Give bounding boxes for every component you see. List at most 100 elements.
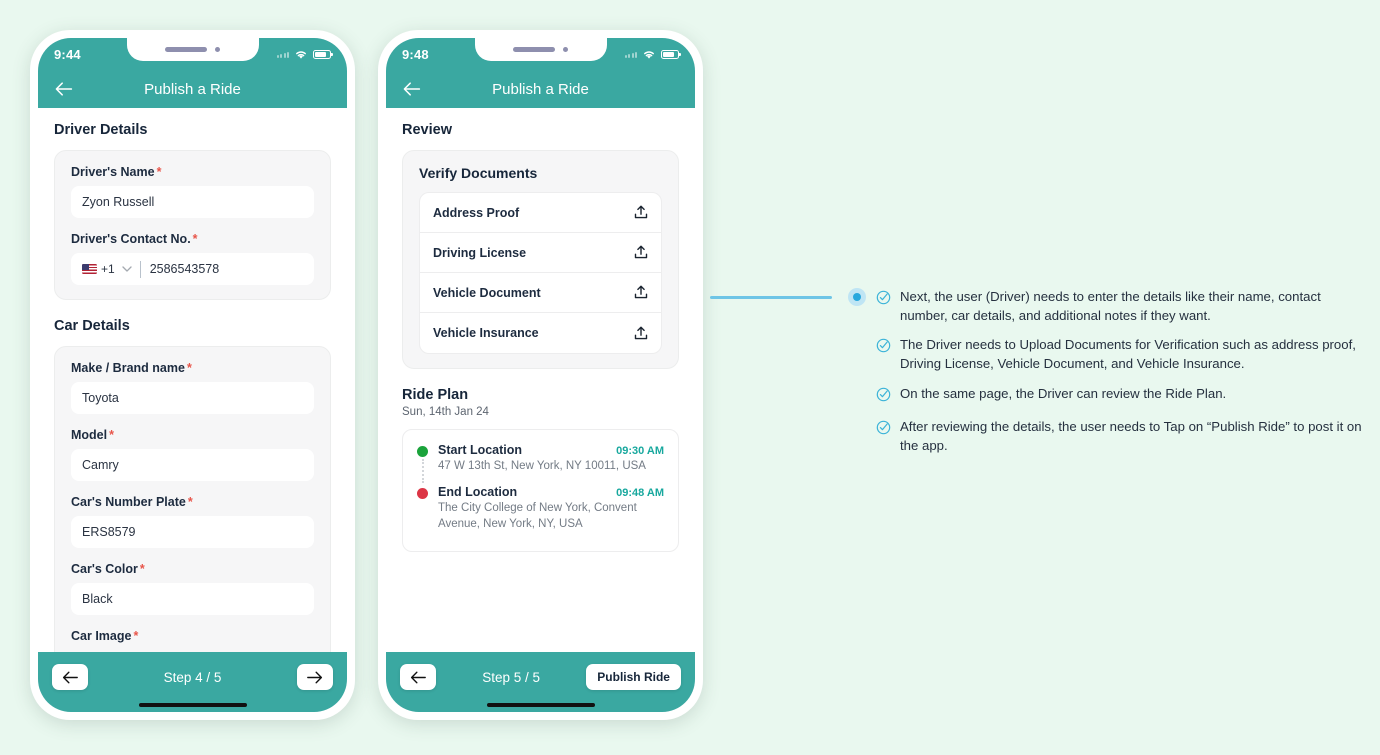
driver-details-card: Driver's Name * Zyon Russell Driver's Con… [54,150,331,300]
app-bar: Publish a Ride [38,70,347,108]
ride-leg-time: 09:48 AM [616,487,664,499]
section-title-car-details: Car Details [54,318,130,334]
annotation-item: The Driver needs to Upload Documents for… [876,336,1366,373]
circle-check-icon [876,338,891,373]
next-step-button[interactable] [296,664,333,690]
previous-step-button[interactable] [52,664,88,690]
speaker-grill [165,47,207,52]
end-marker-red [417,488,428,499]
battery-icon [661,49,681,59]
arrow-left-icon [62,671,78,683]
ride-leg-body: End Location 09:48 AM The City College o… [438,485,664,538]
upload-icon[interactable] [634,205,648,220]
status-indicators [624,49,681,60]
label-drivers-contact: Driver's Contact No. * [71,232,198,246]
document-label: Vehicle Document [433,285,541,300]
ride-plan-section: Ride Plan Sun, 14th Jan 24 Start Locatio… [402,387,679,552]
home-indicator [486,702,595,707]
circle-check-icon [876,290,891,325]
status-bar: 9:48 [386,38,695,70]
annotation-text: After reviewing the details, the user ne… [900,418,1362,453]
required-asterisk: * [133,629,139,643]
document-label: Driving License [433,245,527,260]
input-number-plate[interactable]: ERS8579 [71,516,314,548]
chevron-down-icon[interactable] [122,266,132,272]
label-car-color: Car's Color * [71,562,145,576]
label-drivers-name: Driver's Name * [71,165,162,179]
app-bar-title: Publish a Ride [144,80,241,98]
annotation-item: Next, the user (Driver) needs to enter t… [876,288,1366,325]
annotation-item: On the same page, the Driver can review … [876,385,1366,407]
wifi-icon [644,50,654,59]
ride-plan-card: Start Location 09:30 AM 47 W 13th St, Ne… [402,429,679,552]
section-title-driver-details: Driver Details [54,122,148,138]
phone-mockup-step-4: 9:44 Publish a Ride Driver Details Drive… [30,30,355,720]
status-time: 9:48 [402,46,429,62]
ride-leg-address: The City College of New York, Convent Av… [438,502,637,530]
required-asterisk: * [156,165,162,179]
required-asterisk: * [187,495,193,509]
battery-icon [313,49,333,59]
field-car-color: Car's Color * Black [71,562,314,615]
status-indicators [276,49,333,60]
annotation-anchor-dot [848,288,866,306]
country-code-selector[interactable]: +1 [82,262,115,276]
timeline-markers [417,443,428,485]
phone-screen: 9:48 Publish a Ride Review Verify Docume… [386,38,695,712]
section-title-review: Review [402,122,452,138]
publish-ride-button[interactable]: Publish Ride [586,664,681,690]
ride-leg-end: End Location 09:48 AM The City College o… [417,485,664,538]
app-bar: Publish a Ride [386,70,695,108]
phone-number-value: 2586543578 [149,262,220,276]
review-content: Review Verify Documents Address Proof Dr… [386,108,695,652]
bottom-nav-bar: Step 5 / 5 Publish Ride [386,652,695,712]
ride-leg-address: 47 W 13th St, New York, NY 10011, USA [438,460,646,472]
required-asterisk: * [109,428,114,442]
ride-leg-name: Start Location [438,443,523,457]
back-arrow-icon[interactable] [54,79,74,99]
verify-documents-title: Verify Documents [419,165,538,181]
form-content: Driver Details Driver's Name * Zyon Russe… [38,108,347,652]
document-label: Vehicle Insurance [433,326,539,340]
input-drivers-contact[interactable]: +1 2586543578 [71,253,314,285]
document-row-address-proof[interactable]: Address Proof [420,193,661,233]
back-arrow-icon[interactable] [402,79,422,99]
circle-check-icon [876,420,891,455]
label-car-image: Car Image * [71,629,139,643]
annotation-list: Next, the user (Driver) needs to enter t… [876,288,1366,455]
input-make-brand[interactable]: Toyota [71,382,314,414]
annotation-item: After reviewing the details, the user ne… [876,418,1366,455]
status-time: 9:44 [54,46,81,62]
verify-documents-card: Verify Documents Address Proof Driving L… [402,150,679,369]
field-car-image: Car Image * [71,629,314,643]
upload-icon[interactable] [634,285,648,300]
ride-leg-head: End Location 09:48 AM [438,485,664,499]
ride-plan-title: Ride Plan [402,387,469,403]
required-asterisk: * [192,232,198,246]
input-model[interactable]: Camry [71,449,314,481]
required-asterisk: * [186,361,192,375]
documents-list: Address Proof Driving License Vehicle Do… [419,192,662,354]
arrow-left-icon [410,671,426,683]
field-model: Model * Camry [71,428,314,481]
speaker-grill [513,47,555,52]
input-car-color[interactable]: Black [71,583,314,615]
input-drivers-name[interactable]: Zyon Russell [71,186,314,218]
timeline-markers [417,485,428,538]
wifi-icon [296,50,306,59]
timeline-dashline [421,459,424,483]
document-row-vehicle-insurance[interactable]: Vehicle Insurance [420,313,661,353]
document-row-driving-license[interactable]: Driving License [420,233,661,273]
document-row-vehicle-document[interactable]: Vehicle Document [420,273,661,313]
app-bar-title: Publish a Ride [492,80,589,98]
car-details-card: Make / Brand name * Toyota Model * Camry C… [54,346,331,652]
annotation-text: On the same page, the Driver can review … [900,385,1227,401]
ride-leg-head: Start Location 09:30 AM [438,443,664,457]
upload-icon[interactable] [634,245,648,260]
label-number-plate: Car's Number Plate * [71,495,193,509]
field-drivers-contact: Driver's Contact No. * +1 2586543578 [71,232,314,285]
previous-step-button[interactable] [400,664,436,690]
upload-icon[interactable] [634,326,648,341]
signal-icon [624,50,637,58]
label-model: Model * [71,428,114,442]
